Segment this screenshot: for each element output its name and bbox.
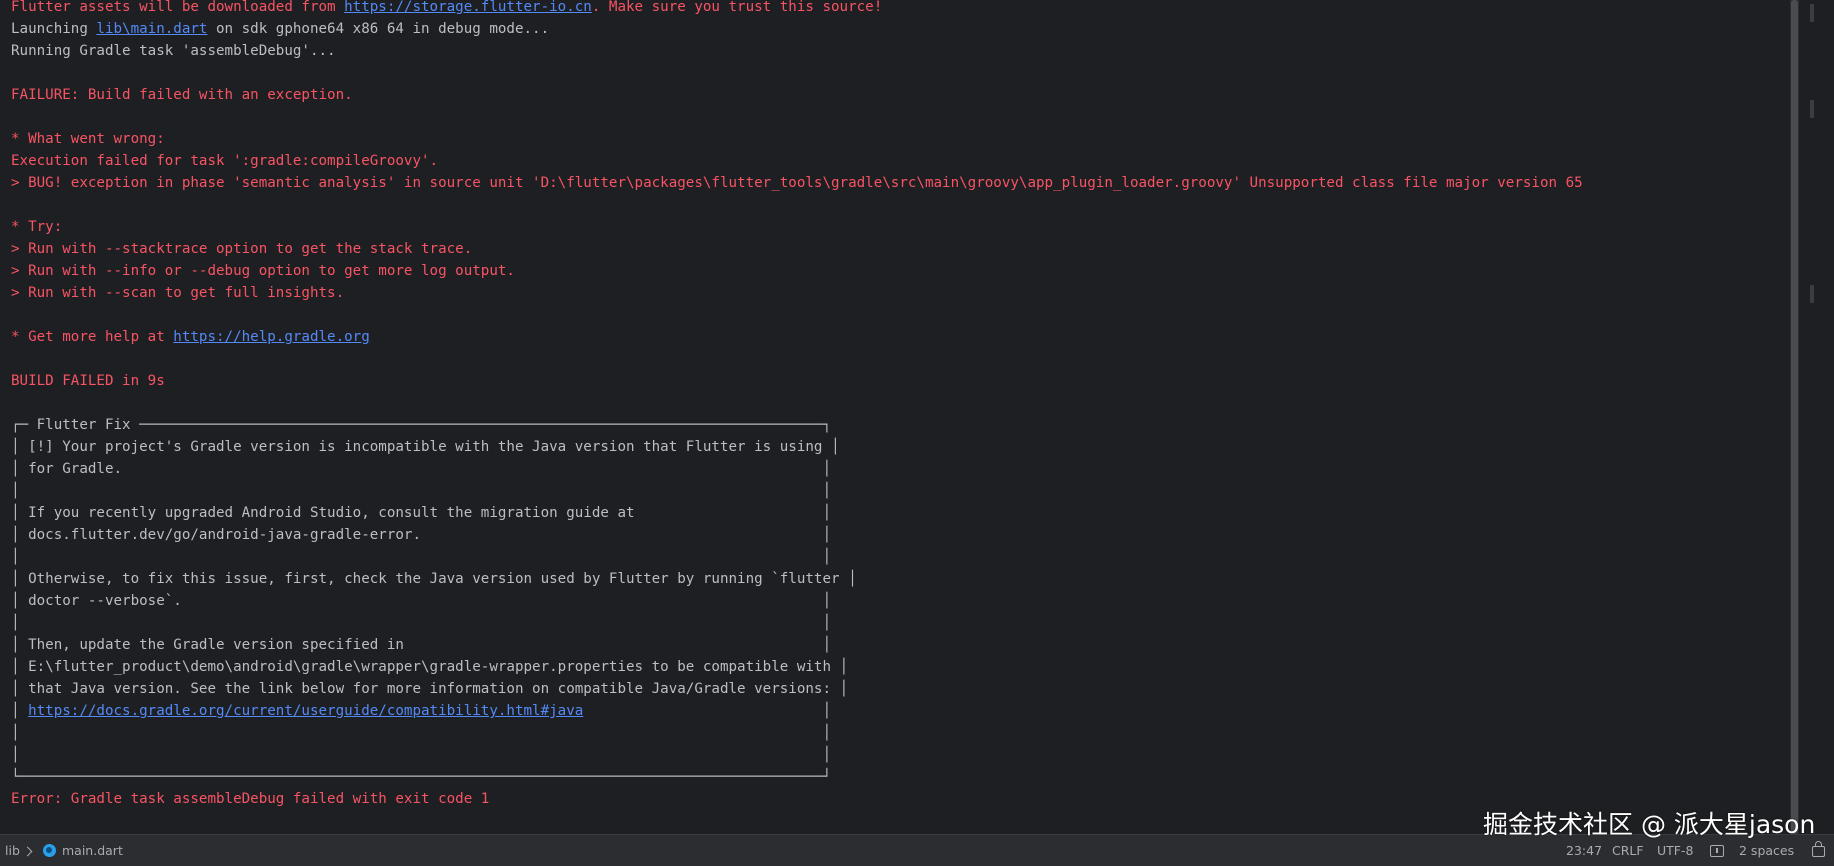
console-line: └───────────────────────────────────────…	[11, 766, 1790, 788]
console-text: │ [!] Your project's Gradle version is i…	[11, 439, 840, 455]
console-text: Running Gradle task 'assembleDebug'...	[11, 43, 336, 59]
console-text: │ for Gradle. │	[11, 461, 831, 477]
console-line: │ docs.flutter.dev/go/android-java-gradl…	[11, 524, 1790, 546]
console-text: │ │	[11, 747, 831, 763]
console-line: FAILURE: Build failed with an exception.	[11, 84, 1790, 106]
right-gutter	[1799, 0, 1834, 834]
console-text: │ │	[11, 725, 831, 741]
console-text: * Try:	[11, 219, 63, 235]
console-line: │ [!] Your project's Gradle version is i…	[11, 436, 1790, 458]
console-line: │ │	[11, 744, 1790, 766]
console-text: └───────────────────────────────────────…	[11, 769, 831, 785]
console-line: > Run with --stacktrace option to get th…	[11, 238, 1790, 260]
console-link[interactable]: lib\main.dart	[96, 21, 207, 37]
console-line: > Run with --scan to get full insights.	[11, 282, 1790, 304]
console-line: │ E:\flutter_product\demo\android\gradle…	[11, 656, 1790, 678]
console-text: ┌─ Flutter Fix ─────────────────────────…	[11, 417, 831, 433]
run-console[interactable]: Flutter assets will be downloaded from h…	[0, 0, 1790, 834]
console-text: FAILURE: Build failed with an exception.	[11, 87, 353, 103]
console-text: │ Then, update the Gradle version specif…	[11, 637, 831, 653]
console-line: │ doctor --verbose`. │	[11, 590, 1790, 612]
console-text: │ doctor --verbose`. │	[11, 593, 831, 609]
console-text: . Make sure you trust this source!	[591, 0, 883, 15]
console-line: │ If you recently upgraded Android Studi…	[11, 502, 1790, 524]
console-text: │ E:\flutter_product\demo\android\gradle…	[11, 659, 849, 675]
console-text: Launching	[11, 21, 97, 37]
console-text: > Run with --info or --debug option to g…	[11, 263, 515, 279]
console-line: │ │	[11, 480, 1790, 502]
console-text: │ docs.flutter.dev/go/android-java-gradl…	[11, 527, 831, 543]
console-line: * Try:	[11, 216, 1790, 238]
console-line: │ │	[11, 722, 1790, 744]
console-text: Execution failed for task ':gradle:compi…	[11, 153, 439, 169]
console-line: > Run with --info or --debug option to g…	[11, 260, 1790, 282]
console-line: Launching lib\main.dart on sdk gphone64 …	[11, 18, 1790, 40]
console-line: > BUG! exception in phase 'semantic anal…	[11, 172, 1790, 194]
console-line: Execution failed for task ':gradle:compi…	[11, 150, 1790, 172]
console-text: │ If you recently upgraded Android Studi…	[11, 505, 831, 521]
console-line: ┌─ Flutter Fix ─────────────────────────…	[11, 414, 1790, 436]
console-line: Error: Gradle task assembleDebug failed …	[11, 788, 1790, 810]
console-text: * What went wrong:	[11, 131, 165, 147]
console-line: │ https://docs.gradle.org/current/usergu…	[11, 700, 1790, 722]
console-text: BUILD FAILED in 9s	[11, 373, 165, 389]
console-text: │	[11, 703, 29, 719]
console-text: │ │	[11, 615, 831, 631]
gutter-marker	[1810, 285, 1814, 303]
console-link[interactable]: https://storage.flutter-io.cn	[344, 0, 592, 15]
console-text: │ │	[11, 483, 831, 499]
console-text: * Get more help at	[11, 329, 174, 345]
watermark-text: 掘金技术社区 @ 派大星jason	[1483, 810, 1816, 839]
console-text: │ that Java version. See the link below …	[11, 681, 849, 697]
console-text: │ │	[11, 549, 831, 565]
console-text: │ Otherwise, to fix this issue, first, c…	[11, 571, 857, 587]
dart-file-icon	[43, 835, 56, 866]
gutter-marker	[1810, 100, 1814, 118]
console-line: │ │	[11, 546, 1790, 568]
scrollbar-thumb[interactable]	[1791, 0, 1798, 834]
console-text: > Run with --scan to get full insights.	[11, 285, 345, 301]
gutter-marker	[1810, 4, 1814, 22]
console-line: │ Then, update the Gradle version specif…	[11, 634, 1790, 656]
console-text: > BUG! exception in phase 'semantic anal…	[11, 175, 1583, 191]
console-text: Flutter assets will be downloaded from	[11, 0, 345, 15]
console-line: * What went wrong:	[11, 128, 1790, 150]
console-text: > Run with --stacktrace option to get th…	[11, 241, 473, 257]
console-line: BUILD FAILED in 9s	[11, 370, 1790, 392]
console-line: │ for Gradle. │	[11, 458, 1790, 480]
breadcrumb-file[interactable]: main.dart	[62, 835, 123, 866]
console-line: │ Otherwise, to fix this issue, first, c…	[11, 568, 1790, 590]
console-link[interactable]: https://help.gradle.org	[173, 329, 369, 345]
console-line: Running Gradle task 'assembleDebug'...	[11, 40, 1790, 62]
console-text: Error: Gradle task assembleDebug failed …	[11, 791, 490, 807]
console-line: * Get more help at https://help.gradle.o…	[11, 326, 1790, 348]
console-line: │ that Java version. See the link below …	[11, 678, 1790, 700]
console-link[interactable]: https://docs.gradle.org/current/userguid…	[28, 703, 583, 719]
console-line: Flutter assets will be downloaded from h…	[11, 0, 1790, 18]
console-text: on sdk gphone64 x86 64 in debug mode...	[207, 21, 550, 37]
chevron-right-icon	[22, 835, 33, 866]
breadcrumb-root[interactable]: lib	[5, 835, 20, 866]
console-text: │	[583, 703, 832, 719]
console-line: │ │	[11, 612, 1790, 634]
